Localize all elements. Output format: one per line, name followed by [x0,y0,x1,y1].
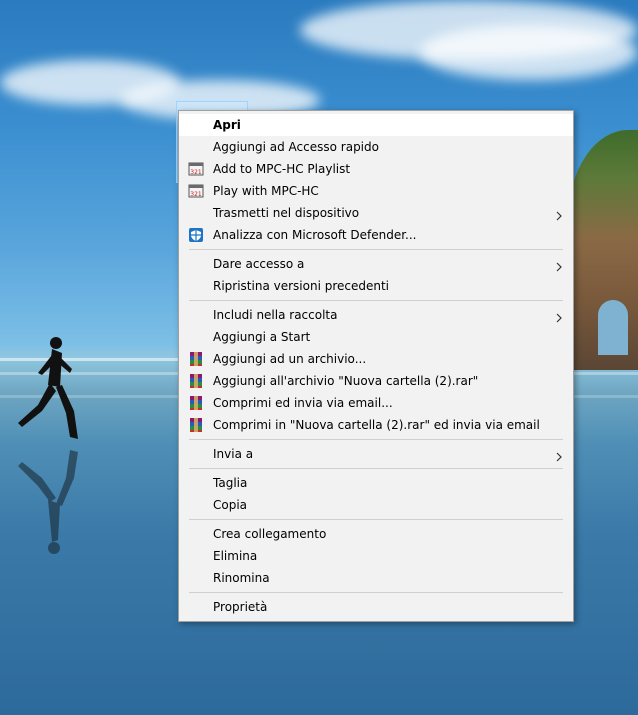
menu-item-aggiungi-ad-accesso-rapido[interactable]: Aggiungi ad Accesso rapido [179,136,573,158]
menu-item-aggiungi-a-start[interactable]: Aggiungi a Start [179,326,573,348]
menu-item-rinomina[interactable]: Rinomina [179,567,573,589]
menu-item-ripristina-versioni-precedenti[interactable]: Ripristina versioni precedenti [179,275,573,297]
menu-item-label: Comprimi ed invia via email... [213,396,393,410]
chevron-right-icon [553,448,565,462]
menu-item-copia[interactable]: Copia [179,494,573,516]
menu-item-elimina[interactable]: Elimina [179,545,573,567]
winrar-icon [188,395,204,411]
menu-item-trasmetti-nel-dispositivo[interactable]: Trasmetti nel dispositivo [179,202,573,224]
menu-item-invia-a[interactable]: Invia a [179,443,573,465]
menu-item-label: Play with MPC-HC [213,184,319,198]
svg-text:321: 321 [190,169,202,176]
chevron-right-icon [553,207,565,221]
menu-item-comprimi-in-nuova-cartella-2-rar-ed-invia-via-email[interactable]: Comprimi in "Nuova cartella (2).rar" ed … [179,414,573,436]
menu-item-add-to-mpc-hc-playlist[interactable]: 321 Add to MPC-HC Playlist [179,158,573,180]
menu-item-aggiungi-ad-un-archivio[interactable]: Aggiungi ad un archivio... [179,348,573,370]
menu-item-label: Rinomina [213,571,270,585]
context-menu: Apri Aggiungi ad Accesso rapido 321 Add to … [178,110,574,622]
winrar-icon [188,417,204,433]
separator-line [189,300,563,301]
menu-item-label: Includi nella raccolta [213,308,338,322]
menu-item-play-with-mpc-hc[interactable]: 321 Play with MPC-HC [179,180,573,202]
menu-item-label: Trasmetti nel dispositivo [213,206,360,220]
menu-item-analizza-con-microsoft-defender[interactable]: Analizza con Microsoft Defender... [179,224,573,246]
mpc-hc-icon: 321 [188,161,204,177]
menu-item-label: Aggiungi all'archivio "Nuova cartella (2… [213,374,479,388]
menu-item-label: Aggiungi ad un archivio... [213,352,367,366]
menu-item-taglia[interactable]: Taglia [179,472,573,494]
menu-item-label: Copia [213,498,248,512]
menu-item-comprimi-ed-invia-via-email[interactable]: Comprimi ed invia via email... [179,392,573,414]
separator-line [189,519,563,520]
menu-item-label: Comprimi in "Nuova cartella (2).rar" ed … [213,418,540,432]
runner-silhouette [18,337,78,439]
cliff-arch [598,300,628,355]
menu-item-aggiungi-all-archivio-nuova-cartella-2-rar[interactable]: Aggiungi all'archivio "Nuova cartella (2… [179,370,573,392]
menu-item-label: Crea collegamento [213,527,327,541]
winrar-icon [188,351,204,367]
mpc-hc-icon: 321 [188,183,204,199]
menu-item-label: Apri [213,118,241,132]
menu-item-label: Invia a [213,447,254,461]
menu-separator [179,246,573,253]
menu-item-dare-accesso-a[interactable]: Dare accesso a [179,253,573,275]
chevron-right-icon [553,309,565,323]
defender-shield-icon [188,227,204,243]
separator-line [189,249,563,250]
separator-line [189,592,563,593]
menu-item-label: Aggiungi a Start [213,330,311,344]
menu-item-includi-nella-raccolta[interactable]: Includi nella raccolta [179,304,573,326]
menu-item-label: Taglia [213,476,248,490]
menu-item-label: Add to MPC-HC Playlist [213,162,351,176]
menu-separator [179,297,573,304]
runner-reflection [18,450,78,554]
menu-item-label: Dare accesso a [213,257,305,271]
winrar-icon [188,373,204,389]
menu-separator [179,516,573,523]
menu-item-label: Elimina [213,549,258,563]
menu-item-propriet[interactable]: Proprietà [179,596,573,618]
menu-item-crea-collegamento[interactable]: Crea collegamento [179,523,573,545]
menu-separator [179,436,573,443]
menu-item-label: Aggiungi ad Accesso rapido [213,140,379,154]
separator-line [189,439,563,440]
menu-item-label: Ripristina versioni precedenti [213,279,390,293]
separator-line [189,468,563,469]
menu-item-label: Analizza con Microsoft Defender... [213,228,417,242]
svg-text:321: 321 [190,191,202,198]
chevron-right-icon [553,258,565,272]
menu-item-label: Proprietà [213,600,268,614]
menu-item-apri[interactable]: Apri [179,114,573,136]
menu-separator [179,589,573,596]
menu-separator [179,465,573,472]
cloud [420,25,638,80]
